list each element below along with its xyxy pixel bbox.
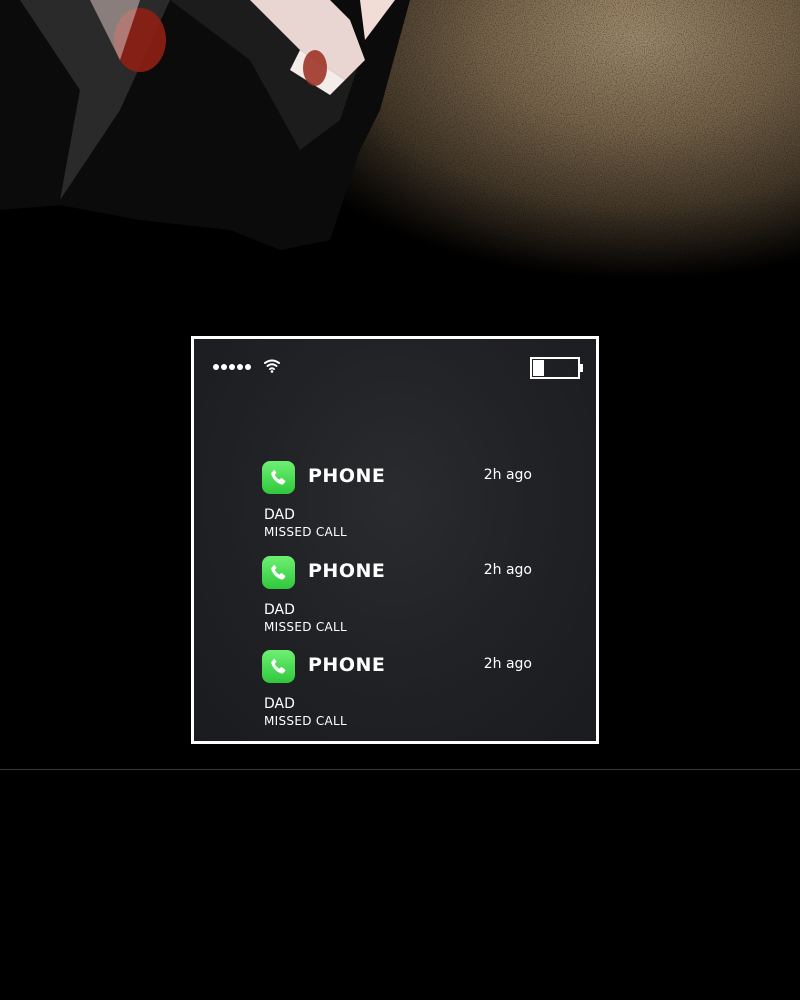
- status-bar: [194, 339, 596, 379]
- phone-lock-screen: PHONE 2h ago DAD MISSED CALL PHONE 2h ag…: [191, 336, 599, 744]
- app-name: PHONE: [308, 560, 386, 582]
- call-status: MISSED CALL: [264, 620, 348, 634]
- phone-app-icon: [262, 556, 295, 589]
- panel-divider: [0, 769, 800, 770]
- notification-time: 2h ago: [483, 467, 532, 483]
- call-status: MISSED CALL: [264, 714, 348, 728]
- notification-time: 2h ago: [483, 562, 532, 578]
- notification-missed-call[interactable]: PHONE 2h ago DAD MISSED CALL: [262, 650, 532, 734]
- signal-strength-icon: [213, 364, 251, 370]
- phone-icon: [271, 469, 286, 485]
- caller-name: DAD: [264, 602, 295, 618]
- battery-low-icon: [530, 357, 583, 379]
- phone-app-icon: [262, 461, 295, 494]
- app-name: PHONE: [308, 465, 386, 487]
- caller-name: DAD: [264, 696, 295, 712]
- phone-app-icon: [262, 650, 295, 683]
- call-status: MISSED CALL: [264, 525, 348, 539]
- caller-name: DAD: [264, 507, 295, 523]
- wifi-icon: [264, 359, 280, 373]
- figure-silhouette: [0, 0, 410, 250]
- notification-missed-call[interactable]: PHONE 2h ago DAD MISSED CALL: [262, 556, 532, 640]
- notification-time: 2h ago: [483, 656, 532, 672]
- app-name: PHONE: [308, 654, 386, 676]
- phone-icon: [271, 658, 286, 674]
- phone-icon: [271, 564, 286, 580]
- notification-missed-call[interactable]: PHONE 2h ago DAD MISSED CALL: [262, 461, 532, 545]
- comic-panel: PHONE 2h ago DAD MISSED CALL PHONE 2h ag…: [0, 0, 800, 1000]
